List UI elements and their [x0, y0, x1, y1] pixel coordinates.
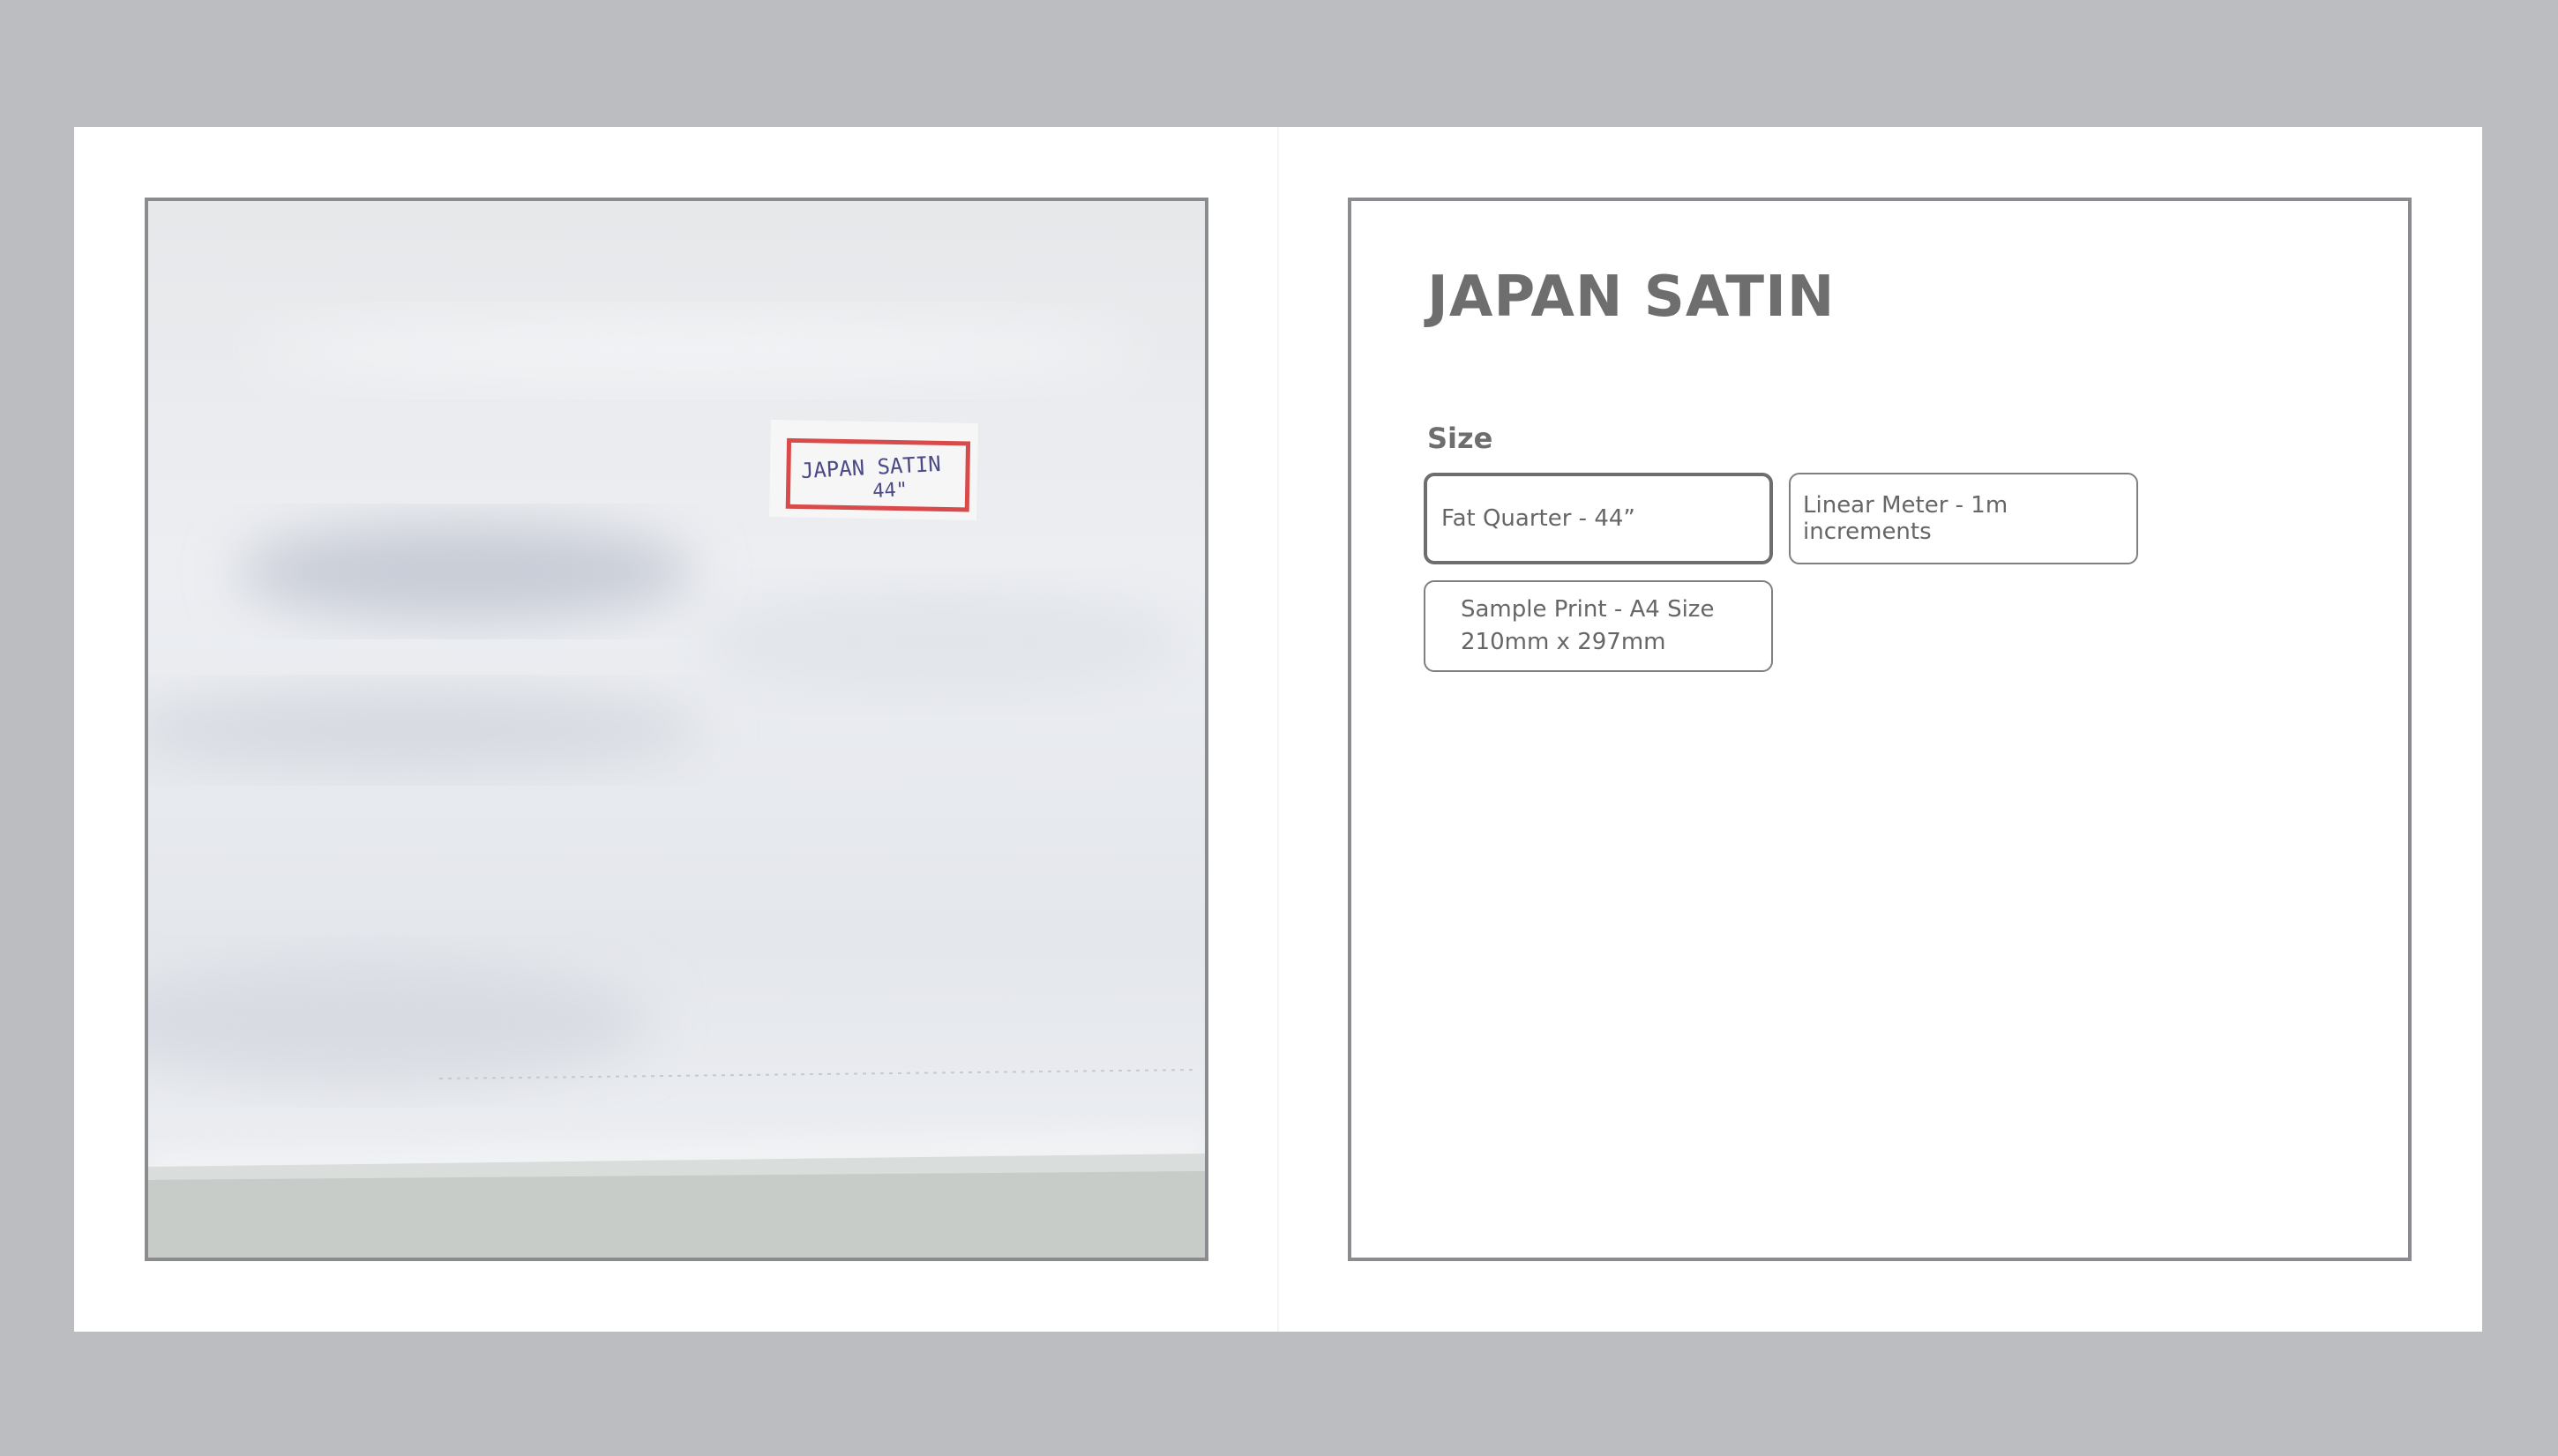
size-label: Size — [1427, 422, 1493, 455]
product-image[interactable]: JAPAN SATIN 44" — [145, 198, 1208, 1261]
size-option-linear-meter[interactable]: Linear Meter - 1m increments — [1789, 473, 2138, 564]
size-option-label: Fat Quarter - 44” — [1441, 505, 1635, 532]
product-title: JAPAN SATIN — [1427, 265, 1836, 330]
column-divider — [1277, 127, 1279, 1332]
fabric-label-tag: JAPAN SATIN 44" — [769, 420, 978, 521]
product-card: JAPAN SATIN 44" JAPAN SATIN Size Fat Qua… — [74, 127, 2482, 1332]
size-option-label-line-1: Sample Print - A4 Size — [1461, 596, 1715, 623]
svg-text:44": 44" — [872, 479, 909, 503]
size-option-sample-print[interactable]: Sample Print - A4 Size 210mm x 297mm — [1424, 580, 1773, 672]
size-option-fat-quarter[interactable]: Fat Quarter - 44” — [1424, 473, 1773, 564]
size-option-label: Linear Meter - 1m increments — [1803, 492, 2008, 545]
fabric-photo: JAPAN SATIN 44" — [148, 201, 1205, 1258]
size-option-label-line-2: 210mm x 297mm — [1461, 629, 1666, 655]
product-details-panel: JAPAN SATIN Size Fat Quarter - 44” Linea… — [1348, 198, 2412, 1261]
